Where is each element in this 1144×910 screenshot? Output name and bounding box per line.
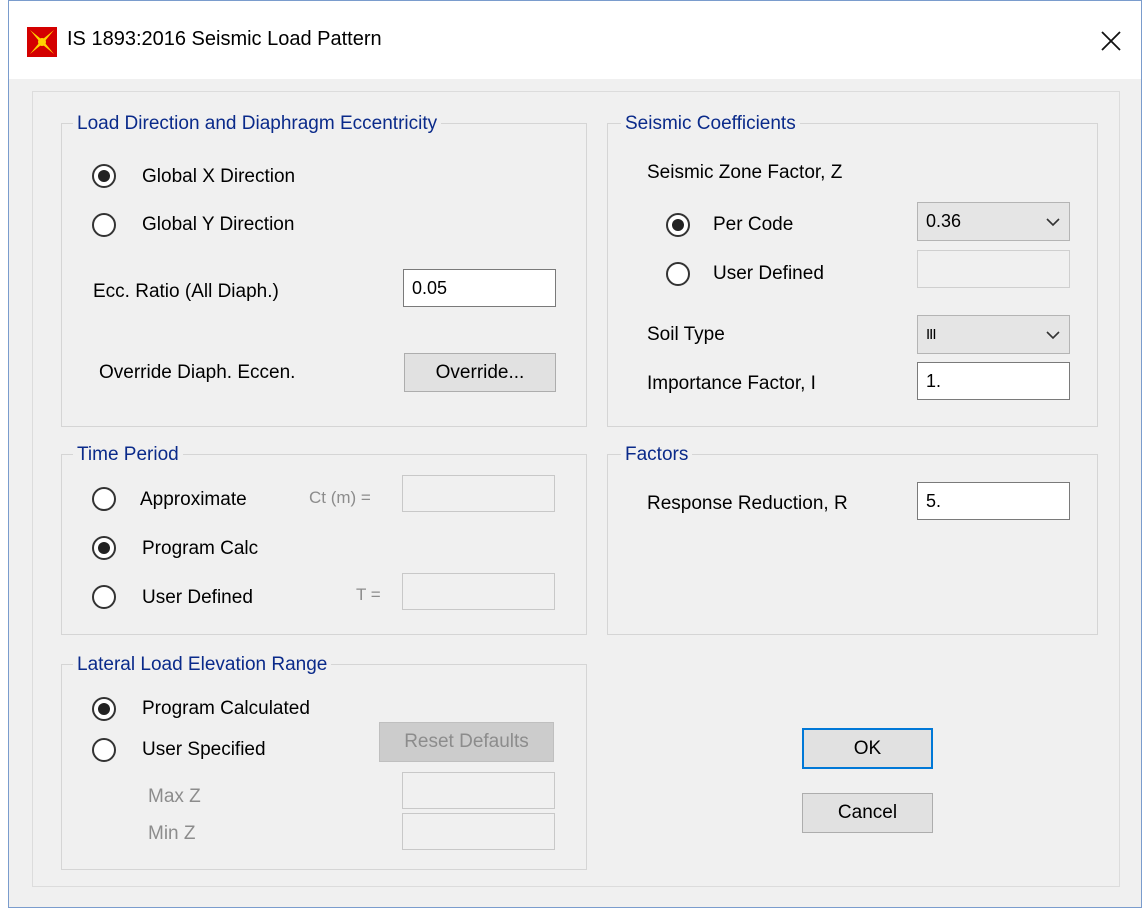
chevron-down-icon bbox=[1046, 330, 1060, 339]
radio-selected-dot bbox=[98, 170, 110, 182]
user-specified-label: User Specified bbox=[142, 739, 266, 760]
t-input bbox=[402, 573, 555, 610]
program-calculated-label: Program Calculated bbox=[142, 698, 310, 719]
ecc-ratio-label: Ecc. Ratio (All Diaph.) bbox=[93, 281, 279, 302]
ct-input bbox=[402, 475, 555, 512]
user-defined-zone-label: User Defined bbox=[713, 263, 824, 284]
zone-factor-label: Seismic Zone Factor, Z bbox=[647, 162, 843, 183]
lateral-load-title: Lateral Load Elevation Range bbox=[73, 654, 332, 676]
program-calc-label: Program Calc bbox=[142, 538, 259, 559]
time-period-title: Time Period bbox=[73, 444, 183, 466]
global-y-label: Global Y Direction bbox=[142, 214, 295, 235]
ok-button[interactable]: OK bbox=[802, 728, 933, 769]
dialog-window: IS 1893:2016 Seismic Load Pattern Load D… bbox=[8, 0, 1142, 908]
etabs-app-icon bbox=[27, 27, 57, 57]
importance-factor-input[interactable]: 1. bbox=[917, 362, 1070, 400]
load-direction-title: Load Direction and Diaphragm Eccentricit… bbox=[73, 113, 442, 135]
response-reduction-label: Response Reduction, R bbox=[647, 493, 848, 514]
override-button[interactable]: Override... bbox=[404, 353, 556, 392]
program-calculated-radio[interactable] bbox=[92, 697, 116, 721]
per-code-label: Per Code bbox=[713, 214, 794, 235]
radio-selected-dot bbox=[98, 703, 110, 715]
title-bar: IS 1893:2016 Seismic Load Pattern bbox=[9, 1, 1141, 79]
seismic-coefficients-title: Seismic Coefficients bbox=[621, 113, 800, 135]
close-icon bbox=[1101, 31, 1121, 51]
global-x-label: Global X Direction bbox=[142, 166, 296, 187]
zone-factor-dropdown[interactable]: 0.36 bbox=[917, 202, 1070, 241]
factors-title: Factors bbox=[621, 444, 693, 466]
radio-selected-dot bbox=[672, 219, 684, 231]
user-defined-period-label: User Defined bbox=[142, 587, 253, 608]
program-calc-radio[interactable] bbox=[92, 536, 116, 560]
per-code-radio[interactable] bbox=[666, 213, 690, 237]
cancel-button[interactable]: Cancel bbox=[802, 793, 933, 833]
override-eccen-label: Override Diaph. Eccen. bbox=[99, 362, 296, 383]
min-z-input bbox=[402, 813, 555, 850]
soil-type-value: III bbox=[926, 326, 936, 343]
chevron-down-icon bbox=[1046, 217, 1060, 226]
ct-label: Ct (m) = bbox=[309, 488, 371, 507]
soil-type-label: Soil Type bbox=[647, 324, 725, 345]
min-z-label: Min Z bbox=[148, 823, 196, 844]
global-x-radio[interactable] bbox=[92, 164, 116, 188]
user-defined-zone-field bbox=[917, 250, 1070, 288]
max-z-label: Max Z bbox=[148, 786, 201, 807]
global-y-radio[interactable] bbox=[92, 213, 116, 237]
user-defined-period-radio[interactable] bbox=[92, 585, 116, 609]
max-z-input bbox=[402, 772, 555, 809]
response-reduction-input[interactable]: 5. bbox=[917, 482, 1070, 520]
importance-factor-label: Importance Factor, I bbox=[647, 373, 816, 394]
approximate-label: Approximate bbox=[140, 489, 247, 510]
user-specified-radio[interactable] bbox=[92, 738, 116, 762]
soil-type-dropdown[interactable]: III bbox=[917, 315, 1070, 354]
approximate-radio[interactable] bbox=[92, 487, 116, 511]
radio-selected-dot bbox=[98, 542, 110, 554]
zone-factor-value: 0.36 bbox=[926, 211, 962, 231]
user-defined-zone-radio[interactable] bbox=[666, 262, 690, 286]
reset-defaults-button: Reset Defaults bbox=[379, 722, 554, 762]
t-label: T = bbox=[356, 585, 381, 604]
close-button[interactable] bbox=[1091, 21, 1131, 61]
ecc-ratio-input[interactable]: 0.05 bbox=[403, 269, 556, 307]
window-title: IS 1893:2016 Seismic Load Pattern bbox=[67, 28, 382, 50]
